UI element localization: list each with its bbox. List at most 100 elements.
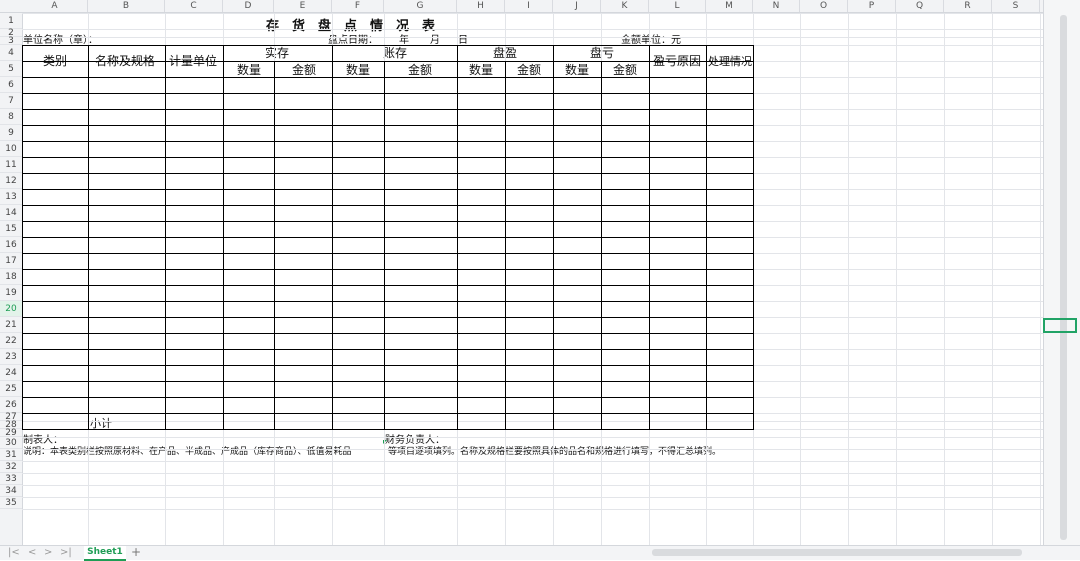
column-header-o[interactable]: O [800, 0, 848, 12]
table-border [22, 141, 754, 142]
row-header-21[interactable]: 21 [0, 317, 22, 333]
row-header-15[interactable]: 15 [0, 221, 22, 237]
row-header-26[interactable]: 26 [0, 397, 22, 413]
row-header-4[interactable]: 4 [0, 45, 22, 61]
table-border [22, 301, 754, 302]
grid-line [22, 437, 1043, 438]
horizontal-scroll-thumb[interactable] [652, 549, 1022, 556]
first-sheet-icon[interactable]: |< [8, 547, 20, 558]
table-border [22, 125, 754, 126]
column-header-a[interactable]: A [22, 0, 88, 12]
vertical-scroll-thumb[interactable] [1060, 15, 1067, 540]
row-header-16[interactable]: 16 [0, 237, 22, 253]
table-border [22, 285, 754, 286]
grid-line [22, 461, 1043, 462]
table-border [22, 93, 754, 94]
column-header-k[interactable]: K [601, 0, 649, 12]
header-qty-surplus: 数量 [469, 63, 494, 77]
row-header-34[interactable]: 34 [0, 485, 22, 497]
column-header-h[interactable]: H [457, 0, 505, 12]
row-header-10[interactable]: 10 [0, 141, 22, 157]
table-border [22, 253, 754, 254]
row-header-bar: 1 2 3 4 5 6 7 8 9 10 11 12 13 14 15 16 17 18 19 20 21 22 23 24 2… [0, 13, 23, 545]
grid-line [22, 485, 1043, 486]
add-sheet-button[interactable]: + [131, 545, 141, 559]
row-header-33[interactable]: 33 [0, 473, 22, 485]
header-qty-actual: 数量 [237, 63, 262, 77]
table-border [22, 189, 754, 190]
table-border [22, 157, 754, 158]
row-header-19[interactable]: 19 [0, 285, 22, 301]
header-amt-actual: 金额 [292, 63, 317, 77]
last-sheet-icon[interactable]: >| [60, 547, 72, 558]
row-header-3[interactable]: 3 [0, 37, 22, 46]
grid-line [22, 449, 1043, 450]
grid-line [22, 509, 1043, 510]
column-header-b[interactable]: B [88, 0, 165, 12]
row-header-20[interactable]: 20 [0, 301, 22, 317]
header-qty-book: 数量 [346, 63, 371, 77]
column-header-g[interactable]: G [384, 0, 457, 12]
row-header-7[interactable]: 7 [0, 93, 22, 109]
column-header-n[interactable]: N [753, 0, 800, 12]
row-header-13[interactable]: 13 [0, 189, 22, 205]
row-header-31[interactable]: 31 [0, 449, 22, 461]
header-amt-book: 金额 [408, 63, 433, 77]
row-header-35[interactable]: 35 [0, 497, 22, 509]
next-sheet-icon[interactable]: > [44, 547, 52, 558]
row-header-17[interactable]: 17 [0, 253, 22, 269]
check-date-label: 盘点日期： [328, 35, 378, 46]
header-amt-loss: 金额 [613, 63, 638, 77]
selected-cell[interactable] [1043, 318, 1077, 333]
row-header-11[interactable]: 11 [0, 157, 22, 173]
column-header-j[interactable]: J [553, 0, 601, 12]
grid-line [22, 473, 1043, 474]
grid-line [22, 497, 1043, 498]
row-header-14[interactable]: 14 [0, 205, 22, 221]
row-header-6[interactable]: 6 [0, 77, 22, 93]
column-header-c[interactable]: C [165, 0, 223, 12]
header-loss: 盘亏 [590, 46, 615, 60]
column-header-m[interactable]: M [706, 0, 753, 12]
table-border [22, 413, 754, 414]
row-header-8[interactable]: 8 [0, 109, 22, 125]
row-header-25[interactable]: 25 [0, 381, 22, 397]
column-header-l[interactable]: L [649, 0, 706, 12]
row-header-29[interactable]: 29 [0, 429, 22, 438]
table-border [22, 109, 754, 110]
column-header-q[interactable]: Q [896, 0, 944, 12]
column-header-s[interactable]: S [992, 0, 1040, 12]
grid-line [22, 13, 1043, 14]
table-border [601, 61, 602, 429]
column-header-r[interactable]: R [944, 0, 992, 12]
table-border [22, 317, 754, 318]
row-header-18[interactable]: 18 [0, 269, 22, 285]
table-border [22, 397, 754, 398]
row-header-32[interactable]: 32 [0, 461, 22, 473]
grid-line [22, 421, 1043, 422]
prev-sheet-icon[interactable]: < [28, 547, 36, 558]
table-border [22, 365, 754, 366]
table-border [22, 77, 754, 78]
row-header-23[interactable]: 23 [0, 349, 22, 365]
row-header-12[interactable]: 12 [0, 173, 22, 189]
header-book: 账存 [383, 46, 408, 60]
column-header-p[interactable]: P [848, 0, 896, 12]
table-border [22, 45, 754, 46]
column-header-i[interactable]: I [505, 0, 553, 12]
unit-name-label: 单位名称（章）： [23, 35, 98, 46]
row-header-22[interactable]: 22 [0, 333, 22, 349]
note-line-b: 等项目逐项填列。名称及规格栏要按照具体的品名和规格进行填写，不得汇总填列。 [388, 447, 722, 457]
row-header-30[interactable]: 30 [0, 437, 22, 449]
row-header-9[interactable]: 9 [0, 125, 22, 141]
table-border [22, 237, 754, 238]
column-header-d[interactable]: D [223, 0, 274, 12]
grid-line [22, 29, 1043, 30]
column-header-e[interactable]: E [274, 0, 332, 12]
table-border [22, 221, 754, 222]
table-border [22, 173, 754, 174]
column-header-f[interactable]: F [332, 0, 384, 12]
row-header-24[interactable]: 24 [0, 365, 22, 381]
row-header-1[interactable]: 1 [0, 13, 22, 29]
row-header-5[interactable]: 5 [0, 61, 22, 77]
